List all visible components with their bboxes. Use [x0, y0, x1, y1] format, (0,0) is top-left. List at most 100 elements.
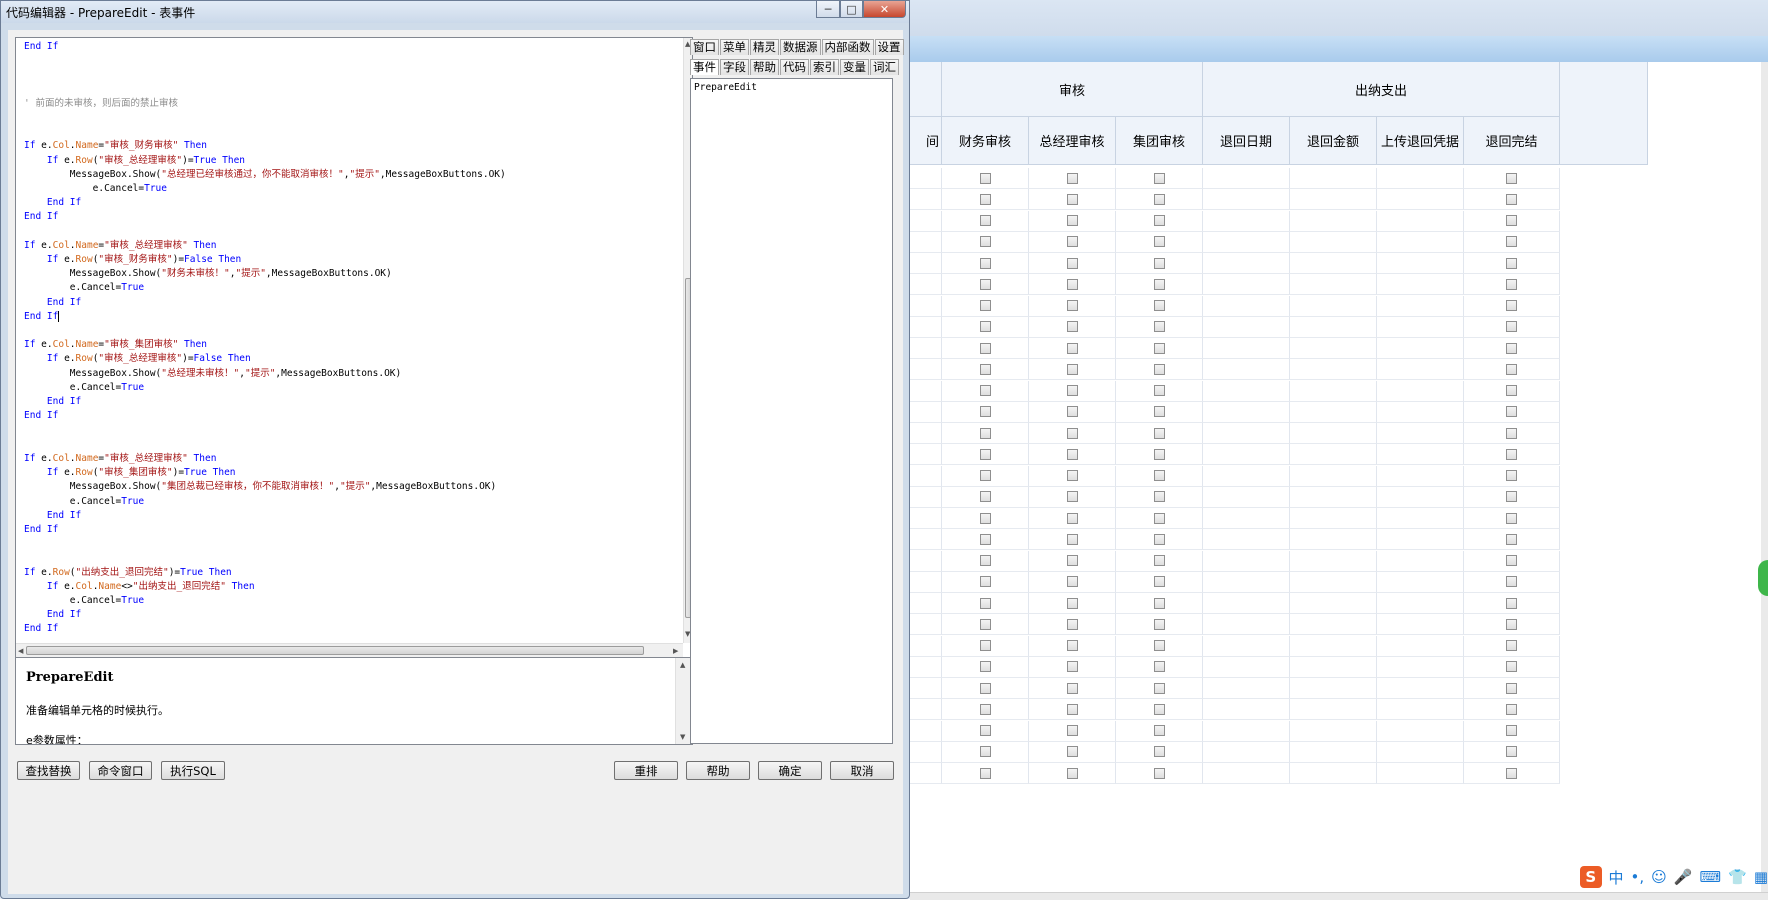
grid-checkbox[interactable]: [1153, 278, 1165, 290]
grid-cell[interactable]: [942, 231, 1029, 253]
grid-cell[interactable]: [1203, 614, 1290, 636]
grid-cell[interactable]: [942, 741, 1029, 763]
grid-cell[interactable]: [1203, 189, 1290, 211]
maximize-button[interactable]: □: [840, 1, 863, 18]
grid-checkbox[interactable]: [1066, 597, 1078, 609]
grid-cell[interactable]: [1290, 486, 1377, 508]
grid-checkbox[interactable]: [979, 300, 991, 311]
grid-cell[interactable]: [942, 635, 1029, 657]
grid-checkbox[interactable]: [1506, 725, 1517, 736]
grid-cell[interactable]: [1116, 380, 1203, 402]
grid-cell[interactable]: [1464, 614, 1560, 636]
grid-cell[interactable]: [1464, 316, 1560, 338]
grid-cell[interactable]: [1290, 678, 1377, 699]
grid-column-header[interactable]: 退回完结: [1464, 117, 1560, 165]
grid-group-header[interactable]: 审核: [942, 62, 1203, 117]
grid-cell[interactable]: [942, 678, 1029, 699]
grid-cell[interactable]: [1377, 635, 1464, 657]
grid-checkbox[interactable]: [979, 215, 991, 226]
grid-checkbox[interactable]: [979, 470, 991, 481]
close-button[interactable]: ✕: [863, 1, 906, 18]
grid-cell[interactable]: [942, 316, 1029, 338]
grid-column-header-partial[interactable]: 间: [910, 117, 942, 165]
grid-checkbox[interactable]: [1506, 363, 1517, 375]
grid-checkbox[interactable]: [1506, 576, 1517, 588]
grid-cell[interactable]: [1290, 656, 1377, 678]
ime-toolbox-icon[interactable]: ▦: [1754, 868, 1768, 886]
grid-cell[interactable]: [1464, 465, 1560, 487]
grid-cell[interactable]: [1290, 635, 1377, 657]
grid-cell[interactable]: [1203, 508, 1290, 529]
code-line[interactable]: If e.Row("审核_财务审核")=False Then: [24, 254, 241, 265]
tab-row2-5[interactable]: 变量: [840, 59, 869, 75]
grid-cell[interactable]: [1377, 741, 1464, 763]
grid-checkbox[interactable]: [979, 278, 991, 290]
grid-cell[interactable]: [1203, 274, 1290, 296]
code-line[interactable]: If e.Col.Name="审核_集团审核" Then: [24, 339, 207, 350]
grid-cell[interactable]: [1029, 635, 1116, 657]
code-line[interactable]: MessageBox.Show("总经理未审核！","提示",MessageBo…: [24, 368, 402, 379]
code-editor[interactable]: End If ' 前面的未审核，则后面的禁止审核 If e.Col.Name="…: [15, 37, 693, 658]
grid-cell[interactable]: [1464, 741, 1560, 763]
grid-cell[interactable]: [1377, 274, 1464, 296]
code-line[interactable]: End If: [24, 510, 81, 521]
grid-cell[interactable]: [1464, 571, 1560, 593]
grid-checkbox[interactable]: [1066, 470, 1078, 481]
grid-cell[interactable]: [1029, 763, 1116, 784]
grid-checkbox[interactable]: [979, 448, 991, 460]
grid-column-header[interactable]: 退回金额: [1290, 117, 1377, 165]
grid-checkbox[interactable]: [1153, 406, 1165, 418]
grid-checkbox[interactable]: [1506, 597, 1517, 609]
grid-cell[interactable]: [1464, 529, 1560, 551]
grid-checkbox[interactable]: [1066, 215, 1078, 226]
grid-checkbox[interactable]: [1506, 385, 1517, 396]
grid-cell[interactable]: [942, 423, 1029, 444]
find-replace-button[interactable]: 查找替换: [17, 761, 80, 780]
grid-cell[interactable]: [1464, 189, 1560, 211]
grid-cell[interactable]: [1029, 465, 1116, 487]
grid-cell[interactable]: [1203, 231, 1290, 253]
grid-checkbox[interactable]: [979, 555, 991, 566]
grid-cell[interactable]: [942, 210, 1029, 232]
grid-checkbox[interactable]: [1506, 406, 1517, 418]
grid-checkbox[interactable]: [1153, 618, 1165, 630]
grid-cell[interactable]: [1029, 210, 1116, 232]
grid-checkbox[interactable]: [1506, 172, 1517, 184]
ime-toolbar[interactable]: S 中 •, ☺ 🎤 ⌨ 👕 ▦: [1580, 864, 1768, 890]
grid-cell[interactable]: [1464, 486, 1560, 508]
grid-cell[interactable]: [1029, 614, 1116, 636]
grid-checkbox[interactable]: [1066, 342, 1078, 354]
grid-cell[interactable]: [942, 465, 1029, 487]
grid-cell[interactable]: [1377, 359, 1464, 381]
grid-cell[interactable]: [1116, 508, 1203, 529]
grid-cell[interactable]: [910, 656, 942, 678]
grid-cell[interactable]: [1116, 486, 1203, 508]
execute-sql-button[interactable]: 执行SQL: [161, 761, 225, 780]
grid-cell[interactable]: [1029, 359, 1116, 381]
grid-cell[interactable]: [942, 380, 1029, 402]
grid-checkbox[interactable]: [1506, 193, 1517, 205]
grid-checkbox[interactable]: [1153, 257, 1165, 269]
grid-checkbox[interactable]: [979, 172, 991, 184]
grid-cell[interactable]: [1029, 316, 1116, 338]
grid-checkbox[interactable]: [1066, 682, 1078, 694]
grid-cell[interactable]: [1290, 189, 1377, 211]
grid-cell[interactable]: [1464, 380, 1560, 402]
grid-checkbox[interactable]: [979, 725, 991, 736]
grid-cell[interactable]: [1377, 338, 1464, 359]
grid-cell[interactable]: [1116, 359, 1203, 381]
grid-cell[interactable]: [1116, 231, 1203, 253]
grid-cell[interactable]: [1029, 550, 1116, 572]
grid-cell[interactable]: [910, 465, 942, 487]
grid-cell[interactable]: [910, 699, 942, 721]
grid-cell[interactable]: [1377, 720, 1464, 742]
grid-cell[interactable]: [1116, 295, 1203, 317]
tab-row2-6[interactable]: 词汇: [870, 59, 899, 75]
grid-cell[interactable]: [1464, 210, 1560, 232]
grid-cell[interactable]: [1116, 444, 1203, 466]
grid-cell[interactable]: [1116, 423, 1203, 444]
grid-checkbox[interactable]: [1506, 746, 1517, 758]
grid-checkbox[interactable]: [979, 491, 991, 503]
grid-checkbox[interactable]: [1066, 725, 1078, 736]
grid-checkbox[interactable]: [1066, 533, 1078, 545]
